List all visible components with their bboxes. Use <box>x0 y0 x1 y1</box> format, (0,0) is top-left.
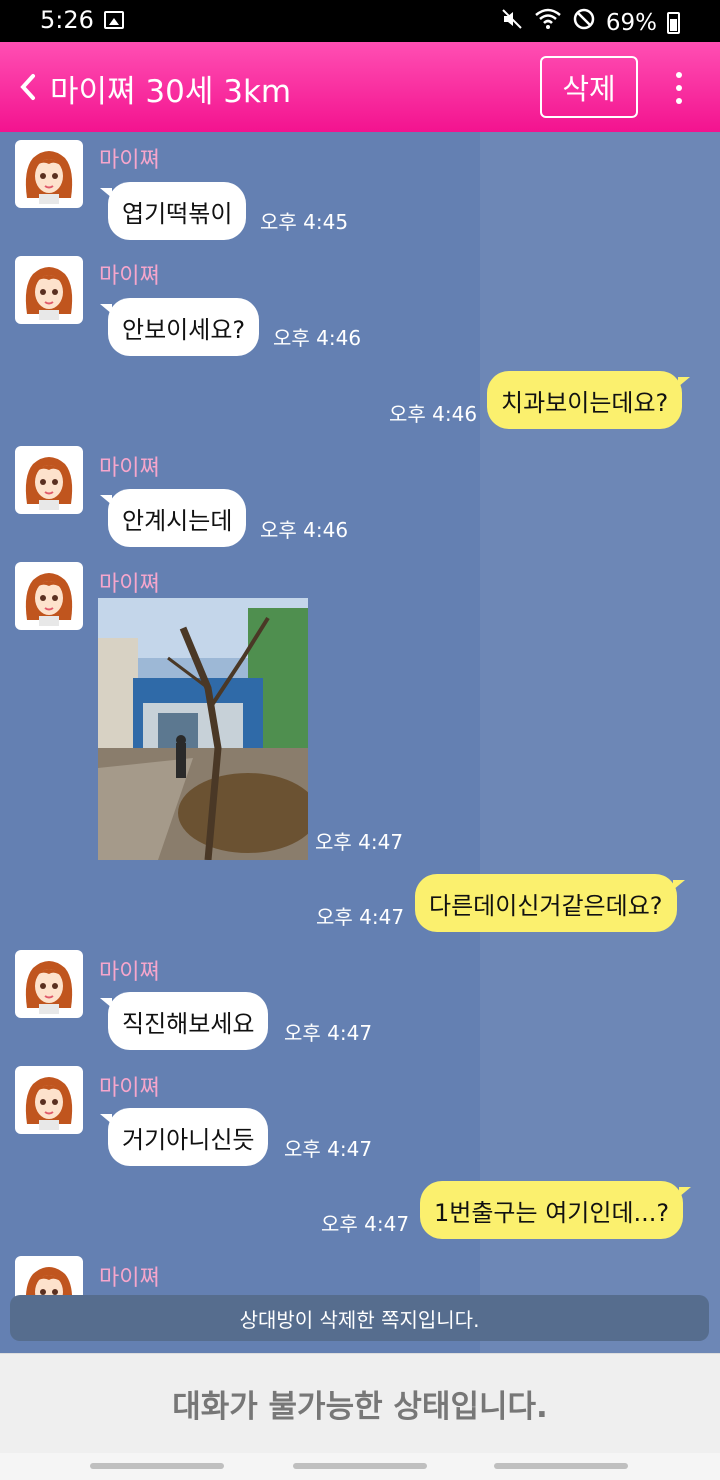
back-icon[interactable] <box>18 72 38 102</box>
message-bubble-incoming[interactable]: 엽기떡볶이 <box>99 182 247 240</box>
deleted-message-notice: 상대방이 삭제한 쪽지입니다. <box>10 1295 709 1341</box>
message-time: 오후 4:47 <box>315 830 404 854</box>
avatar[interactable] <box>15 446 83 514</box>
status-bar: 5:26 69% <box>0 0 720 42</box>
gallery-icon <box>104 11 124 29</box>
chat-area[interactable]: 마이쪄 엽기떡볶이 오후 4:45 마이쪄 안보이세요? 오후 4:46 오후 … <box>0 132 720 1353</box>
wifi-icon <box>534 7 562 38</box>
chat-footer: 대화가 불가능한 상태입니다. <box>0 1353 720 1453</box>
avatar-face-icon <box>25 961 73 1014</box>
do-not-disturb-icon <box>572 7 596 38</box>
message-bubble-outgoing[interactable]: 1번출구는 여기인데...? <box>420 1181 692 1239</box>
avatar-face-icon <box>25 267 73 320</box>
message-time: 오후 4:45 <box>260 210 349 234</box>
avatar[interactable] <box>15 256 83 324</box>
sender-name: 마이쪄 <box>99 1266 160 1291</box>
avatar[interactable] <box>15 562 83 630</box>
avatar-face-icon <box>25 1077 73 1130</box>
photo-message[interactable] <box>98 598 308 860</box>
more-options-icon[interactable] <box>670 68 688 108</box>
sender-name: 마이쪄 <box>99 456 160 481</box>
nav-back-icon[interactable] <box>494 1463 628 1469</box>
message-bubble-outgoing[interactable]: 치과보이는데요? <box>487 371 691 429</box>
delete-button[interactable]: 삭제 <box>540 56 638 118</box>
message-bubble-incoming[interactable]: 안보이세요? <box>99 298 260 356</box>
nav-home-icon[interactable] <box>293 1463 427 1469</box>
mute-icon <box>500 7 524 38</box>
message-time: 오후 4:46 <box>273 326 362 350</box>
status-time: 5:26 <box>40 6 94 34</box>
message-time: 오후 4:46 <box>389 402 478 426</box>
avatar-face-icon <box>25 457 73 510</box>
sender-name: 마이쪄 <box>99 960 160 985</box>
message-bubble-incoming[interactable]: 거기아니신듯 <box>99 1108 269 1166</box>
message-time: 오후 4:46 <box>260 518 349 542</box>
chat-disabled-text: 대화가 불가능한 상태입니다. <box>172 1389 548 1425</box>
message-bubble-outgoing[interactable]: 다른데이신거같은데요? <box>415 874 685 932</box>
navigation-bar <box>0 1453 720 1480</box>
avatar[interactable] <box>15 140 83 208</box>
message-time: 오후 4:47 <box>321 1212 410 1236</box>
avatar-face-icon <box>25 151 73 204</box>
message-time: 오후 4:47 <box>284 1021 373 1045</box>
message-bubble-incoming[interactable]: 안계시는데 <box>99 489 247 547</box>
sender-name: 마이쪄 <box>99 264 160 289</box>
message-time: 오후 4:47 <box>284 1137 373 1161</box>
sender-name: 마이쪄 <box>99 1076 160 1101</box>
message-time: 오후 4:47 <box>316 905 405 929</box>
sender-name: 마이쪄 <box>99 572 160 597</box>
battery-percent: 69% <box>605 9 657 36</box>
battery-icon <box>667 11 680 34</box>
avatar[interactable] <box>15 1066 83 1134</box>
sender-name: 마이쪄 <box>99 148 160 173</box>
app-bar: 마이쪄 30세 3km 삭제 <box>0 42 720 132</box>
status-icons: 69% <box>500 7 680 38</box>
page-title: 마이쪄 30세 3km <box>50 74 292 110</box>
message-bubble-incoming[interactable]: 직진해보세요 <box>99 992 269 1050</box>
nav-recent-icon[interactable] <box>90 1463 224 1469</box>
photo-station-entrance <box>98 598 308 860</box>
avatar[interactable] <box>15 950 83 1018</box>
avatar-face-icon <box>25 573 73 626</box>
